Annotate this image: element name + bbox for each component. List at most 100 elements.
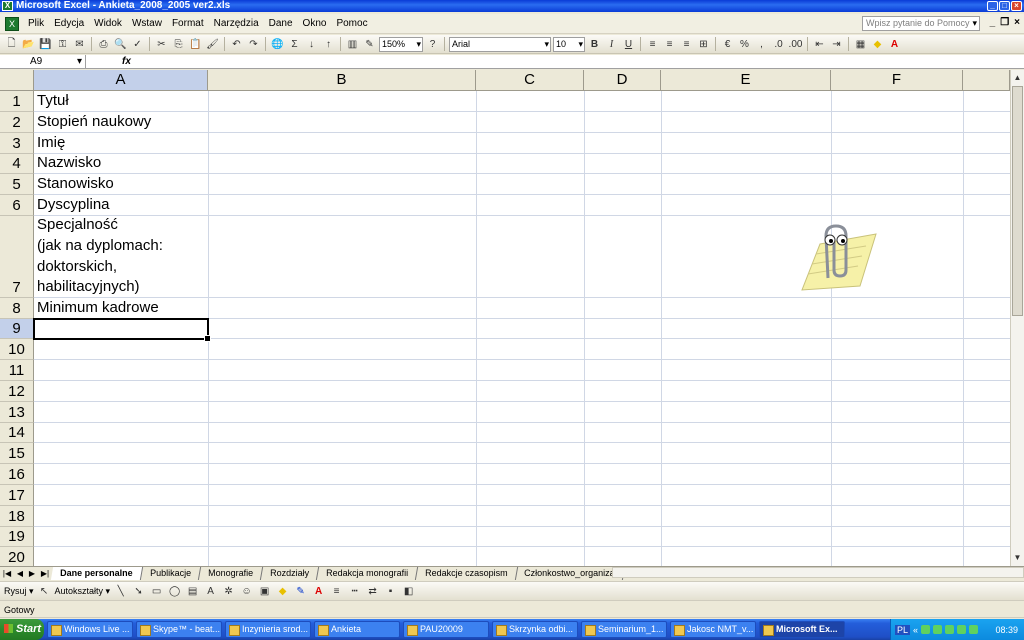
- row-header-5[interactable]: 5: [0, 174, 34, 195]
- task-pau20009[interactable]: PAU20009: [403, 621, 489, 638]
- row-header-6[interactable]: 6: [0, 195, 34, 216]
- font-size-select[interactable]: 10: [553, 36, 585, 52]
- menu-insert[interactable]: Wstaw: [127, 18, 167, 29]
- first-sheet-icon[interactable]: |◀: [3, 569, 11, 578]
- tray-app-icon[interactable]: [921, 625, 931, 634]
- oval-icon[interactable]: ◯: [167, 584, 182, 599]
- currency-icon[interactable]: €: [720, 37, 735, 52]
- next-sheet-icon[interactable]: ▶: [29, 569, 35, 578]
- 3d-icon[interactable]: ◧: [401, 584, 416, 599]
- clock[interactable]: 08:39: [995, 625, 1018, 635]
- maximize-button[interactable]: □: [999, 1, 1010, 11]
- cell-a6[interactable]: Dyscyplina: [36, 195, 206, 216]
- row-header-11[interactable]: 11: [0, 360, 34, 381]
- sheet-tab-redakcje-czasopism[interactable]: Redakcje czasopism: [415, 566, 518, 580]
- paste-icon[interactable]: 📋: [188, 37, 203, 52]
- office-assistant-clippy-icon[interactable]: [800, 220, 878, 296]
- italic-icon[interactable]: I: [604, 37, 619, 52]
- draw-menu-button[interactable]: Rysuj ▾: [4, 586, 34, 597]
- menu-view[interactable]: Widok: [89, 18, 127, 29]
- merge-center-icon[interactable]: ⊞: [696, 37, 711, 52]
- copy-icon[interactable]: ⎘: [171, 37, 186, 52]
- column-header-a[interactable]: A: [34, 70, 208, 91]
- increase-decimal-icon[interactable]: .0: [771, 37, 786, 52]
- shadow-icon[interactable]: ▪: [383, 584, 398, 599]
- print-icon[interactable]: ⎙: [96, 37, 111, 52]
- align-right-icon[interactable]: ≡: [679, 37, 694, 52]
- start-button[interactable]: Start: [0, 619, 44, 640]
- close-button[interactable]: ×: [1011, 1, 1022, 11]
- autosum-icon[interactable]: Σ: [287, 37, 302, 52]
- clipart-icon[interactable]: ☺: [239, 584, 254, 599]
- active-cell-a9[interactable]: [33, 318, 211, 342]
- select-objects-icon[interactable]: ↖: [37, 584, 52, 599]
- align-left-icon[interactable]: ≡: [645, 37, 660, 52]
- permission-icon[interactable]: ⚿: [55, 37, 70, 52]
- task-jakosc[interactable]: Jakosc NMT_v...: [670, 621, 756, 638]
- task-seminarium[interactable]: Seminarium_1...: [581, 621, 667, 638]
- sort-descending-icon[interactable]: ↑: [321, 37, 336, 52]
- sort-ascending-icon[interactable]: ↓: [304, 37, 319, 52]
- diagram-icon[interactable]: ✲: [221, 584, 236, 599]
- menu-tools[interactable]: Narzędzia: [209, 18, 264, 29]
- textbox-icon[interactable]: ▤: [185, 584, 200, 599]
- arrow-icon[interactable]: ➘: [131, 584, 146, 599]
- tray-app-icon[interactable]: [957, 625, 967, 634]
- increase-indent-icon[interactable]: ⇥: [829, 37, 844, 52]
- borders-icon[interactable]: ▦: [853, 37, 868, 52]
- draw-font-color-icon[interactable]: A: [311, 584, 326, 599]
- comma-style-icon[interactable]: ,: [754, 37, 769, 52]
- column-header-d[interactable]: D: [584, 70, 661, 91]
- zoom-select[interactable]: 150%: [379, 36, 423, 52]
- chart-wizard-icon[interactable]: ▥: [345, 37, 360, 52]
- column-header-b[interactable]: B: [208, 70, 476, 91]
- decrease-decimal-icon[interactable]: .00: [788, 37, 803, 52]
- cell-a3[interactable]: Imię: [36, 133, 206, 154]
- task-skype[interactable]: Skype™ - beat...: [136, 621, 222, 638]
- task-windows-live[interactable]: Windows Live ...: [47, 621, 133, 638]
- row-header-14[interactable]: 14: [0, 423, 34, 443]
- row-header-3[interactable]: 3: [0, 133, 34, 154]
- function-icon[interactable]: fx: [122, 56, 131, 67]
- menu-format[interactable]: Format: [167, 18, 209, 29]
- align-center-icon[interactable]: ≡: [662, 37, 677, 52]
- column-header-f[interactable]: F: [831, 70, 963, 91]
- tray-app-icon[interactable]: [933, 625, 943, 634]
- cut-icon[interactable]: ✂: [154, 37, 169, 52]
- bold-icon[interactable]: B: [587, 37, 602, 52]
- task-microsoft-excel[interactable]: Microsoft Ex...: [759, 621, 845, 638]
- sheet-tab-rozdzialy[interactable]: Rozdziały: [260, 566, 319, 580]
- worksheet-grid[interactable]: A B C D E F 1 2 3 4 5 6 7 8 9 10 11 12 1…: [0, 70, 1010, 566]
- redo-icon[interactable]: ↷: [246, 37, 261, 52]
- new-icon[interactable]: 🗋: [4, 37, 19, 52]
- spelling-icon[interactable]: ✓: [130, 37, 145, 52]
- tray-app-icon[interactable]: [969, 625, 979, 634]
- task-inzynieria[interactable]: Inzynieria srod...: [225, 621, 311, 638]
- name-box[interactable]: A9: [0, 55, 86, 68]
- save-icon[interactable]: 💾: [38, 37, 53, 52]
- cell-a1[interactable]: Tytuł: [36, 91, 206, 112]
- row-header-12[interactable]: 12: [0, 381, 34, 402]
- row-header-8[interactable]: 8: [0, 298, 34, 319]
- cell-a4[interactable]: Nazwisko: [36, 154, 206, 174]
- tray-app-icon[interactable]: [945, 625, 955, 634]
- hyperlink-icon[interactable]: 🌐: [270, 37, 285, 52]
- sheet-tab-redakcja-monografii[interactable]: Redakcja monografii: [316, 566, 418, 580]
- vertical-scroll-thumb[interactable]: [1012, 86, 1023, 316]
- font-color-icon[interactable]: A: [887, 37, 902, 52]
- column-header-c[interactable]: C: [476, 70, 584, 91]
- decrease-indent-icon[interactable]: ⇤: [812, 37, 827, 52]
- task-skrzynka[interactable]: Skrzynka odbi...: [492, 621, 578, 638]
- last-sheet-icon[interactable]: ▶|: [41, 569, 49, 578]
- select-all-corner[interactable]: [0, 70, 34, 91]
- row-header-9[interactable]: 9: [0, 319, 34, 339]
- percent-icon[interactable]: %: [737, 37, 752, 52]
- open-icon[interactable]: 📂: [21, 37, 36, 52]
- font-select[interactable]: Arial: [449, 36, 551, 52]
- row-header-13[interactable]: 13: [0, 402, 34, 423]
- doc-minimize-button[interactable]: _: [990, 17, 996, 28]
- tray-expand-icon[interactable]: «: [913, 625, 918, 635]
- cell-a7[interactable]: Specjalność (jak na dyplomach: doktorski…: [36, 216, 206, 298]
- email-icon[interactable]: ✉: [72, 37, 87, 52]
- print-preview-icon[interactable]: 🔍: [113, 37, 128, 52]
